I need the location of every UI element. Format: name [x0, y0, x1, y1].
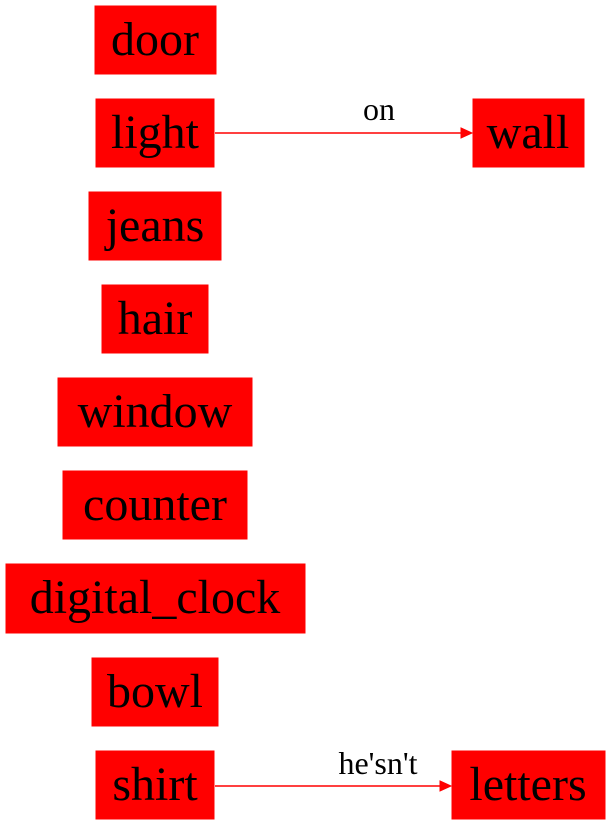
node-jeans: jeans: [87, 190, 223, 262]
node-counter-label: counter: [83, 478, 227, 531]
node-light: light: [94, 97, 216, 169]
node-shirt-label: shirt: [112, 758, 198, 811]
edge-light-wall-label: on: [363, 91, 395, 127]
node-window: window: [56, 376, 254, 448]
node-shirt: shirt: [94, 749, 216, 821]
node-bowl: bowl: [90, 656, 220, 728]
scene-graph-diagram: door light wall jeans hair window counte…: [4, 4, 607, 821]
edge-shirt-letters: he'sn't: [215, 745, 453, 792]
node-wall: wall: [471, 97, 586, 169]
node-wall-label: wall: [487, 106, 570, 159]
edge-shirt-letters-label: he'sn't: [338, 745, 417, 781]
edge-light-wall-arrowhead: [460, 127, 474, 139]
node-digital-clock-label: digital_clock: [30, 571, 281, 624]
node-counter: counter: [61, 469, 249, 541]
node-window-label: window: [78, 385, 233, 438]
node-hair: hair: [100, 283, 210, 355]
node-digital-clock: digital_clock: [4, 562, 307, 635]
node-light-label: light: [111, 106, 200, 159]
node-door-label: door: [111, 13, 199, 66]
node-jeans-label: jeans: [104, 199, 205, 252]
node-door: door: [93, 4, 218, 76]
node-letters-label: letters: [469, 758, 586, 811]
edge-shirt-letters-arrowhead: [439, 780, 453, 792]
node-bowl-label: bowl: [107, 665, 203, 718]
edge-light-wall: on: [215, 91, 474, 139]
node-hair-label: hair: [118, 292, 193, 345]
node-letters: letters: [450, 749, 607, 821]
